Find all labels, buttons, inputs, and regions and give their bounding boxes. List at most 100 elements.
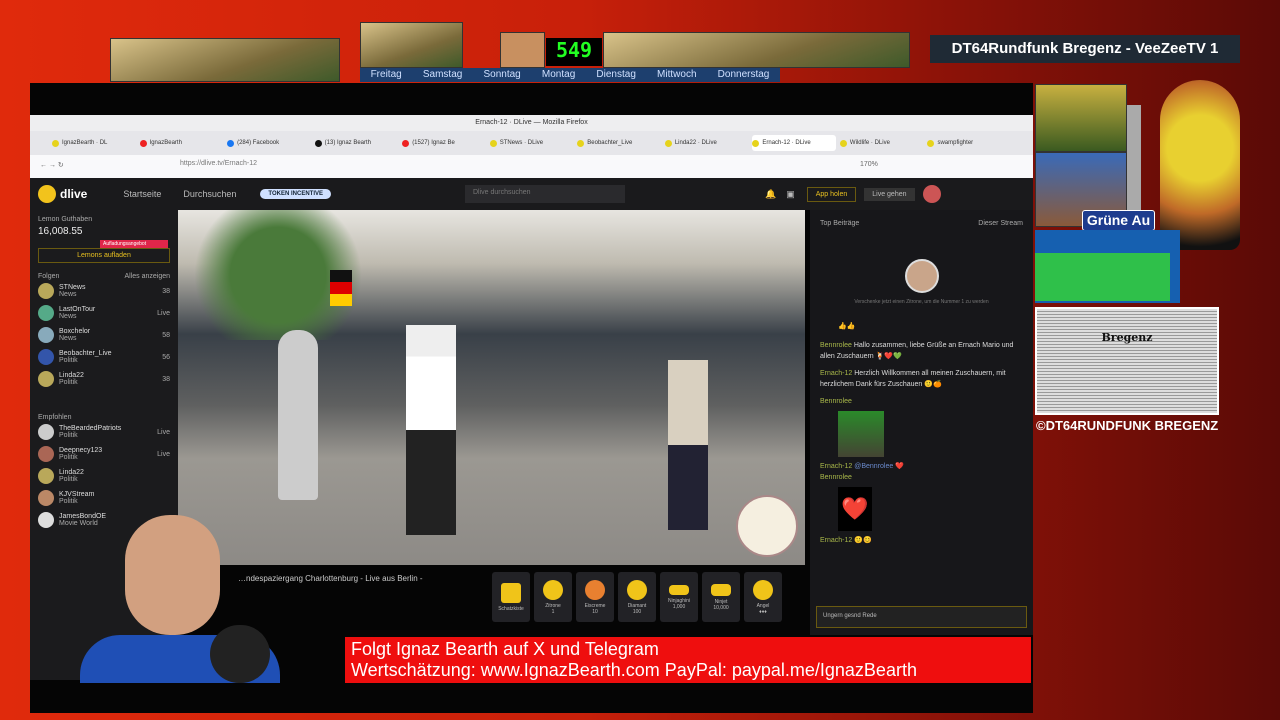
avatar[interactable] [922,185,941,203]
postcard-image [1035,84,1127,152]
browser-tab[interactable]: Linda22 · DLive [664,135,749,151]
tab-label: Linda22 · DLive [674,140,717,146]
viewer-count: 38 [162,375,170,383]
german-flag [330,270,352,306]
channel-category: Politik [59,476,78,483]
channel-category: Politik [59,379,78,386]
chat-username[interactable]: Bennrolee [820,342,852,349]
go-live-button[interactable]: Live gehen [864,187,915,201]
avatar [38,349,54,365]
channel-item[interactable]: LastOnTour News Live [38,302,170,324]
bonus-badge: Aufladungsangebot [100,240,168,248]
gift-schatzkiste[interactable]: Schatzkiste [492,572,530,622]
channel-item[interactable]: STNews News 38 [38,280,170,302]
chat-input[interactable]: Ungern gesnd Rede [816,606,1027,628]
browser-tab[interactable]: IgnazBearth · DL [52,135,136,151]
browser-tab-active[interactable]: Ernach-12 · DLive [752,135,836,151]
channel-item[interactable]: Linda22 Politik 38 [38,368,170,390]
notification-icon[interactable]: 🔔 [765,189,776,200]
tab-label: STNews · DLive [499,140,544,146]
browser-tab[interactable]: (13) Ignaz Bearth [314,135,399,151]
browser-tab[interactable]: (1527) Ignaz Be [402,135,486,151]
dlive-logo-icon[interactable] [38,185,56,203]
recommended-label: Empfohlen [38,414,72,421]
browser-tab[interactable]: Beobachter_Live [577,135,661,151]
viewer-count: 58 [162,331,170,339]
chat-username[interactable]: Bennrolee [820,474,852,481]
gift-item[interactable]: Angel ♦♦♦ [744,572,782,622]
browser-tab[interactable]: (284) Facebook [227,135,311,151]
postcard-thumbnails-right [603,32,910,68]
back-forward-reload-icons[interactable]: ← → ↻ [40,162,64,169]
tab-label: IgnazBearth · DL [62,140,108,146]
token-badge[interactable]: TOKEN INCENTIVE [260,189,331,199]
browser-tab[interactable]: IgnazBearth [139,135,224,151]
tab-label: (13) Ignaz Bearth [324,140,371,146]
gift-item[interactable]: Ninjet 10,000 [702,572,740,622]
avatar [38,512,54,528]
clock-overlay-icon [736,495,798,557]
heart-gif: ❤️ [838,487,872,531]
channel-category: Politik [59,357,78,364]
day-label: Sonntag [483,69,521,80]
chat-username[interactable]: Bennrolee [820,398,852,405]
chat-message: 👍👍 [820,321,1023,332]
viewer-count: 38 [162,287,170,295]
dlive-header: dlive Startseite Durchsuchen TOKEN INCEN… [30,178,1033,210]
channel-name: KJVStream [59,491,95,498]
chat-username[interactable]: Ernach-12 [820,463,852,470]
channel-name: LastOnTour [59,306,96,313]
channel-name: Beobachter_Live [59,350,112,357]
avatar [38,371,54,387]
live-status: Live [157,428,170,436]
channel-item[interactable]: Linda22 Politik [38,465,170,487]
digital-counter: 549 [546,38,602,66]
chat-username[interactable]: Ernach-12 [820,370,852,377]
show-all-link[interactable]: Alles anzeigen [124,273,170,280]
browser-tab[interactable]: Wildlife · DLive [839,135,924,151]
gift-item[interactable]: Ninjaghini 1,000 [660,572,698,622]
avatar [38,490,54,506]
browser-tab[interactable]: STNews · DLive [489,135,574,151]
dlive-logo[interactable]: dlive [60,187,87,201]
message-text: 👍👍 [838,323,856,330]
gif-image [838,411,884,457]
avatar [38,327,54,343]
zoom-level[interactable]: 170% [860,161,878,168]
channel-category: News [59,291,77,298]
channel-name: Linda22 [59,372,84,379]
gift-item[interactable]: Zitrone 1 [534,572,572,622]
gift-item[interactable]: Eiscreme 10 [576,572,614,622]
webcam-overlay [70,505,345,683]
channel-name: STNews [59,284,86,291]
chat-username[interactable]: Ernach-12 [820,537,852,544]
chat-filter-dropdown[interactable]: Dieser Stream [978,220,1023,227]
channel-item[interactable]: Boxchelor News 58 [38,324,170,346]
url-input[interactable]: https://dlive.tv/Ernach-12 [180,160,1080,173]
viewer-count: Live [157,309,170,317]
channel-title: DT64Rundfunk Bregenz - VeeZeeTV 1 [930,35,1240,63]
message-text: @Bennrolee ❤️ [854,463,904,470]
messages-icon[interactable]: ▣ [786,189,795,200]
avatar [38,283,54,299]
channel-name: Boxchelor [59,328,91,335]
day-label: Montag [541,69,576,80]
tab-label: (1527) Ignaz Be [412,140,455,146]
channel-item[interactable]: TheBeardedPatriots Politik Live [38,421,170,443]
channel-item[interactable]: Beobachter_Live Politik 56 [38,346,170,368]
window-title: Ernach-12 · DLive — Mozilla Firefox [30,115,1033,131]
green-block [1035,253,1170,301]
avatar [38,446,54,462]
search-input[interactable]: Dlive durchsuchen [464,185,625,203]
browser-tab[interactable]: swampfighter [927,135,1011,151]
sunflower-image [1160,80,1240,250]
live-status: Live [157,450,170,458]
nav-durchsuchen[interactable]: Durchsuchen [183,189,236,199]
channel-item[interactable]: Deepnecy123 Politik Live [38,443,170,465]
nav-startseite[interactable]: Startseite [123,189,161,199]
chat-message: Ernach-12 Herzlich Willkommen all meinen… [820,368,1023,390]
app-button[interactable]: App holen [806,186,857,202]
avatar [38,424,54,440]
recharge-button[interactable]: Lemons aufladen [38,248,170,263]
gift-item[interactable]: Diamant 100 [618,572,656,622]
